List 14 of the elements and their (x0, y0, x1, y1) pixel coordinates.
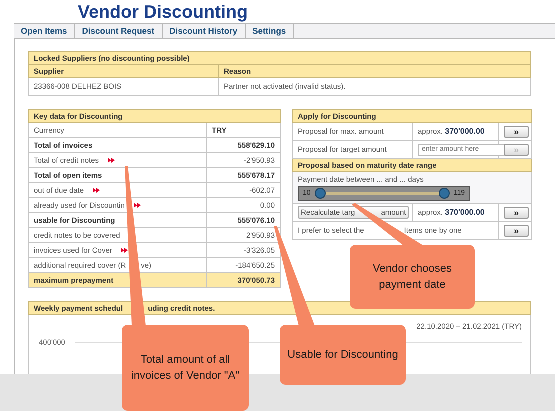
callout: Total amount of all invoices of Vendor "A" (122, 325, 249, 411)
tab[interactable]: Discount Request (75, 24, 163, 38)
go-button[interactable]: » (504, 206, 529, 218)
page-title: Vendor Discounting (78, 2, 250, 23)
callout: Usable for Discounting (280, 325, 406, 385)
go-button[interactable]: » (504, 224, 529, 236)
fast-forward-icon[interactable] (93, 188, 100, 194)
go-button[interactable]: » (504, 126, 529, 138)
fast-forward-icon[interactable] (134, 203, 141, 208)
tab[interactable]: Discount History (162, 24, 246, 38)
tab[interactable]: Open Items (14, 24, 76, 38)
tab[interactable]: Settings (246, 24, 294, 38)
fast-forward-icon[interactable] (121, 248, 128, 254)
fast-forward-icon[interactable] (108, 158, 116, 164)
